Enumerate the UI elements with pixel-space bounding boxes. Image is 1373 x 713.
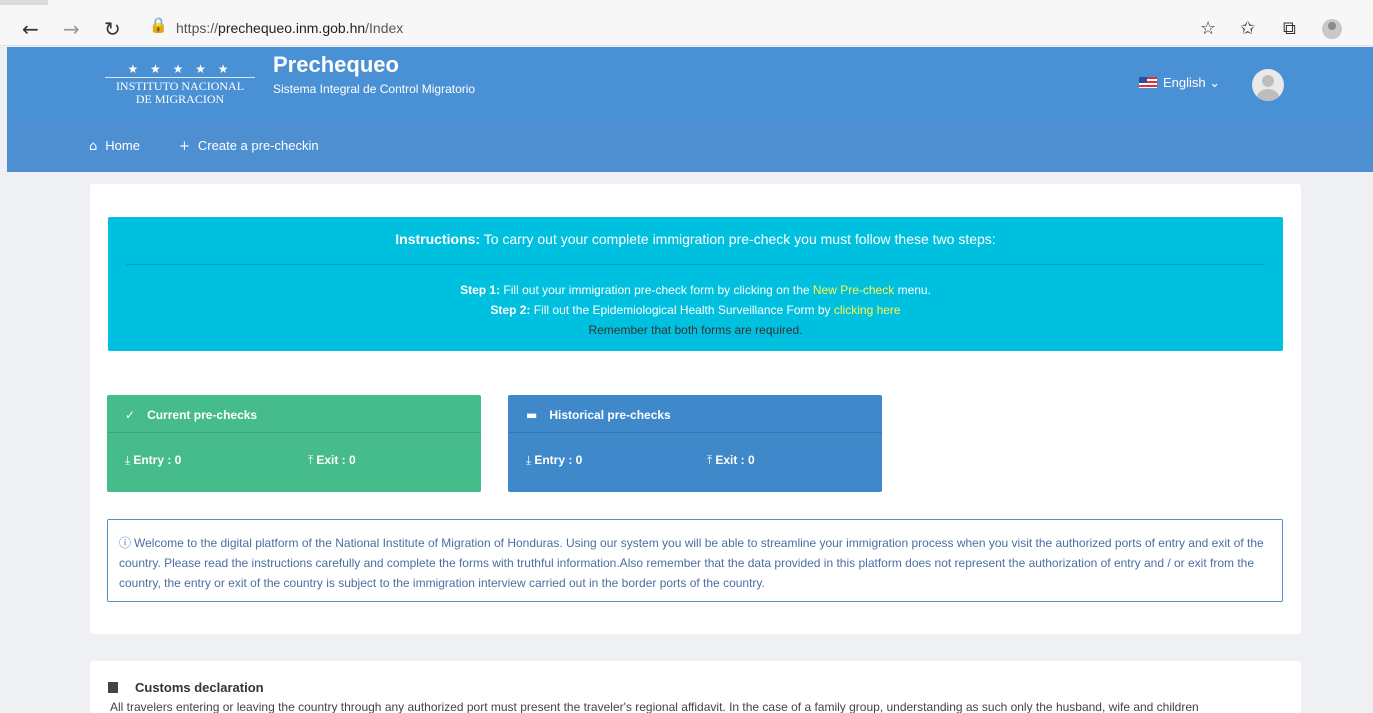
box-divider — [107, 432, 481, 433]
language-selector[interactable]: English ⌄ — [1139, 75, 1220, 91]
customs-declaration-card: Customs declaration All travelers enteri… — [90, 661, 1301, 713]
app-header: ★ ★ ★ ★ ★ INSTITUTO NACIONAL DE MIGRACIO… — [7, 47, 1373, 120]
address-bar[interactable]: 🔒 https://prechequeo.inm.gob.hn/Index — [140, 14, 1373, 46]
favorites-list-icon[interactable]: ✩ — [1240, 18, 1255, 39]
box-divider — [508, 432, 882, 433]
instructions-panel: Instructions: To carry out your complete… — [108, 217, 1283, 351]
profile-icon[interactable] — [1322, 19, 1342, 39]
tab-strip — [0, 0, 1373, 5]
forward-arrow-icon[interactable]: → — [63, 19, 80, 39]
current-prechecks-box[interactable]: ✓ Current pre-checks ⤓ Entry : 0 ⤒ Exit : 0 — [107, 395, 481, 492]
instructions-reminder: Remember that both forms are required. — [588, 323, 803, 337]
instructions-step-2: Step 2: Fill out the Epidemiological Hea… — [490, 303, 901, 317]
historical-prechecks-title: ▬ Historical pre-checks — [526, 408, 671, 422]
health-form-link[interactable]: clicking here — [834, 303, 901, 317]
nav-create-label: Create a pre-checkin — [197, 138, 319, 153]
historical-prechecks-box[interactable]: ▬ Historical pre-checks ⤓ Entry : 0 ⤒ Exit … — [508, 395, 882, 492]
home-icon: ⌂ — [89, 139, 98, 154]
app-title: Prechequeo — [273, 52, 399, 77]
back-arrow-icon[interactable]: ← — [22, 19, 39, 39]
plus-icon: + — [179, 139, 190, 154]
lock-icon[interactable]: 🔒 — [149, 16, 168, 34]
inm-logo[interactable]: ★ ★ ★ ★ ★ INSTITUTO NACIONAL DE MIGRACIO… — [104, 62, 256, 114]
exit-icon: ⤒ — [308, 453, 314, 467]
current-entry-count: ⤓ Entry : 0 — [125, 453, 182, 467]
nav-home[interactable]: ⌂ Home — [89, 138, 140, 154]
reload-icon[interactable]: ↻ — [104, 19, 121, 39]
app-subtitle: Sistema Integral de Control Migratorio — [273, 82, 476, 96]
nav-home-label: Home — [105, 138, 140, 153]
nav-create-precheckin[interactable]: + Create a pre-checkin — [179, 138, 319, 154]
user-avatar[interactable] — [1252, 69, 1284, 101]
entry-icon: ⤓ — [526, 453, 532, 467]
instructions-step-1: Step 1: Fill out your immigration pre-ch… — [460, 283, 931, 297]
logo-stars: ★ ★ ★ ★ ★ — [127, 62, 233, 76]
info-icon: ⓘ — [119, 536, 132, 550]
customs-text: All travelers entering or leaving the co… — [110, 700, 1199, 713]
instructions-divider — [126, 264, 1265, 265]
welcome-notice: ⓘ Welcome to the digital platform of the … — [107, 519, 1283, 602]
url-text[interactable]: https://prechequeo.inm.gob.hn/Index — [176, 20, 403, 36]
entry-icon: ⤓ — [125, 453, 131, 467]
current-exit-count: ⤒ Exit : 0 — [308, 453, 356, 467]
main-nav: ⌂ Home + Create a pre-checkin — [7, 120, 1373, 172]
favorites-add-icon[interactable]: ☆ — [1200, 18, 1216, 39]
folder-icon: ▬ — [526, 408, 538, 422]
us-flag-icon — [1139, 77, 1157, 88]
instructions-heading: Instructions: To carry out your complete… — [395, 231, 996, 247]
language-label: English — [1163, 75, 1206, 90]
welcome-text: Welcome to the digital platform of the N… — [119, 536, 1264, 590]
logo-divider — [105, 77, 255, 78]
historical-exit-count: ⤒ Exit : 0 — [707, 453, 755, 467]
chevron-down-icon: ⌄ — [1209, 75, 1221, 90]
historical-entry-count: ⤓ Entry : 0 — [526, 453, 583, 467]
dashboard-card: Instructions: To carry out your complete… — [90, 184, 1301, 634]
customs-title: Customs declaration — [108, 680, 264, 695]
collections-icon[interactable]: ⧉ — [1283, 18, 1296, 39]
active-tab[interactable] — [48, 0, 1373, 5]
logo-line-2: DE MIGRACION — [135, 92, 225, 106]
exit-icon: ⤒ — [707, 453, 713, 467]
browser-toolbar: ← → ↻ 🔒 https://prechequeo.inm.gob.hn/In… — [0, 0, 1373, 46]
check-icon: ✓ — [125, 408, 136, 422]
book-icon — [108, 682, 118, 693]
new-precheck-link[interactable]: New Pre-check — [813, 283, 894, 297]
current-prechecks-title: ✓ Current pre-checks — [125, 408, 258, 422]
